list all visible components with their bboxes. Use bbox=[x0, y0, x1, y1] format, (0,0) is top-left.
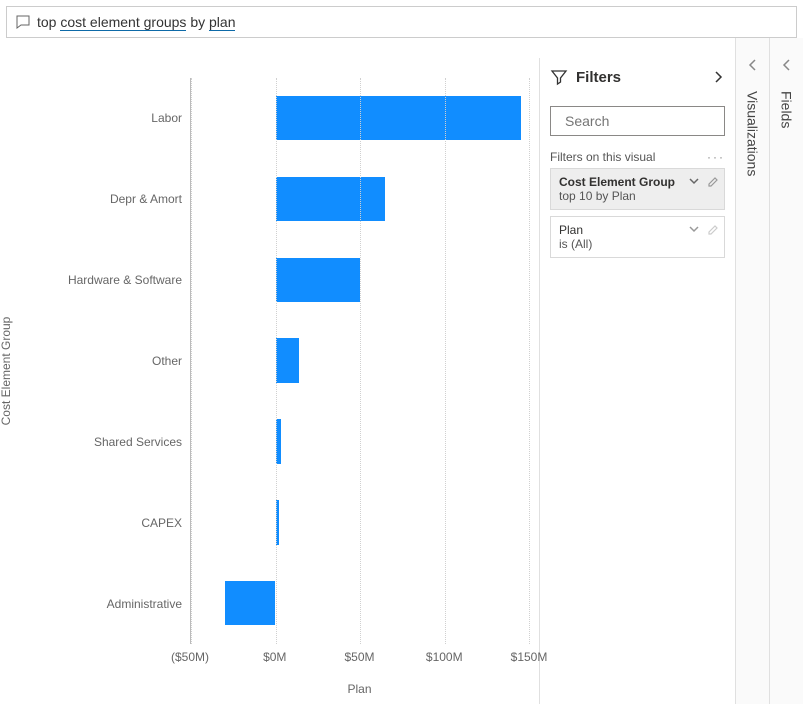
filters-header[interactable]: Filters bbox=[550, 68, 725, 86]
y-axis-label: Cost Element Group bbox=[0, 317, 13, 426]
filters-pane: Filters Filters on this visual ··· Cost … bbox=[539, 58, 735, 704]
chart-area: Cost Element Group LaborDepr & AmortHard… bbox=[0, 38, 539, 704]
chevron-left-icon bbox=[780, 58, 794, 72]
x-axis: ($50M)$0M$50M$100M$150M bbox=[190, 646, 529, 674]
category-label: CAPEX bbox=[60, 482, 190, 563]
chat-icon bbox=[15, 14, 31, 30]
bar[interactable] bbox=[276, 96, 521, 140]
filter-search-input[interactable] bbox=[565, 113, 746, 129]
chevron-right-icon[interactable] bbox=[711, 70, 725, 84]
x-tick-label: $100M bbox=[426, 650, 463, 664]
bar[interactable] bbox=[276, 177, 386, 221]
x-tick-label: $0M bbox=[263, 650, 286, 664]
more-icon[interactable]: ··· bbox=[707, 150, 725, 164]
chevron-left-icon bbox=[746, 58, 760, 72]
chevron-down-icon[interactable] bbox=[688, 175, 700, 187]
visualizations-label: Visualizations bbox=[745, 91, 761, 176]
chevron-down-icon[interactable] bbox=[688, 223, 700, 235]
category-label: Shared Services bbox=[60, 401, 190, 482]
visualizations-pane-collapsed[interactable]: Visualizations bbox=[735, 38, 769, 704]
filter-card-plan[interactable]: Plan is (All) bbox=[550, 216, 725, 258]
filter-search[interactable] bbox=[550, 106, 725, 136]
category-label: Hardware & Software bbox=[60, 240, 190, 321]
category-labels: LaborDepr & AmortHardware & SoftwareOthe… bbox=[60, 78, 190, 644]
fields-pane-collapsed[interactable]: Fields bbox=[769, 38, 803, 704]
qa-input-bar[interactable]: top cost element groups by plan bbox=[6, 6, 797, 38]
fields-label: Fields bbox=[779, 91, 795, 128]
qa-query-text: top cost element groups by plan bbox=[37, 14, 235, 30]
category-label: Labor bbox=[60, 78, 190, 159]
eraser-icon[interactable] bbox=[706, 175, 718, 187]
x-tick-label: $150M bbox=[511, 650, 548, 664]
x-tick-label: $50M bbox=[344, 650, 374, 664]
x-axis-label: Plan bbox=[190, 682, 529, 696]
x-tick-label: ($50M) bbox=[171, 650, 209, 664]
category-label: Administrative bbox=[60, 563, 190, 644]
bar[interactable] bbox=[276, 338, 300, 382]
plot-area bbox=[190, 78, 529, 644]
category-label: Depr & Amort bbox=[60, 159, 190, 240]
filter-card-cost-element-group[interactable]: Cost Element Group top 10 by Plan bbox=[550, 168, 725, 210]
filters-section-label: Filters on this visual bbox=[550, 150, 655, 164]
bar[interactable] bbox=[276, 258, 361, 302]
category-label: Other bbox=[60, 321, 190, 402]
eraser-icon[interactable] bbox=[706, 223, 718, 235]
filter-icon bbox=[550, 68, 568, 86]
bar[interactable] bbox=[225, 581, 276, 625]
